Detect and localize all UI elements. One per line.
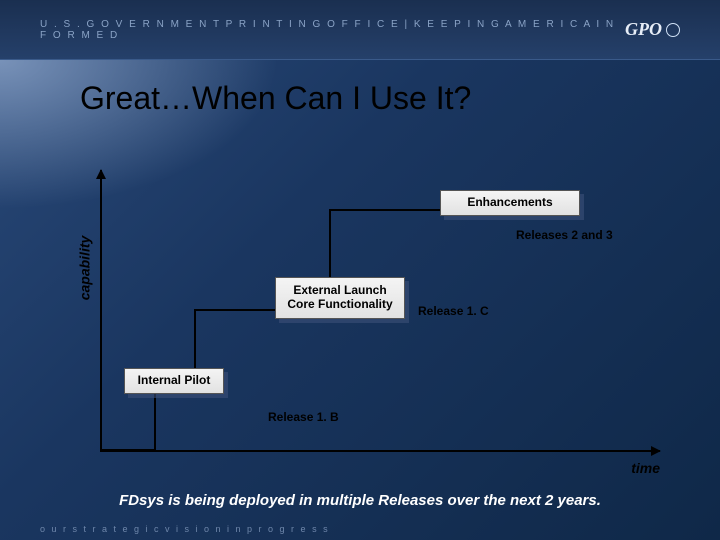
footer-tagline: o u r s t r a t e g i c v i s i o n i n … [40,524,330,534]
x-axis [100,450,660,452]
slide-title: Great…When Can I Use It? [0,60,720,117]
x-axis-label: time [631,460,660,476]
gpo-logo: GPO [625,19,680,40]
logo-seal-icon [666,23,680,37]
stage-label: External Launch Core Functionality [284,284,396,312]
stage-internal-pilot: Internal Pilot [124,368,224,394]
stage-label: Internal Pilot [138,374,211,388]
release-label-enhancements: Releases 2 and 3 [516,228,613,242]
slide-caption: FDsys is being deployed in multiple Rele… [0,492,720,509]
stage-enhancements: Enhancements [440,190,580,216]
header-org-text: U . S . G O V E R N M E N T P R I N T I … [40,19,625,41]
release-label-external-launch: Release 1. C [418,304,489,318]
stage-external-launch: External Launch Core Functionality [275,277,405,319]
stage-label: Enhancements [467,196,552,210]
y-axis-label: capability [76,236,92,301]
y-axis [100,170,102,450]
logo-text: GPO [625,19,662,40]
release-label-internal-pilot: Release 1. B [268,410,339,424]
capability-time-chart: capability time Enhancements Releases 2 … [80,170,660,470]
header-bar: U . S . G O V E R N M E N T P R I N T I … [0,0,720,60]
